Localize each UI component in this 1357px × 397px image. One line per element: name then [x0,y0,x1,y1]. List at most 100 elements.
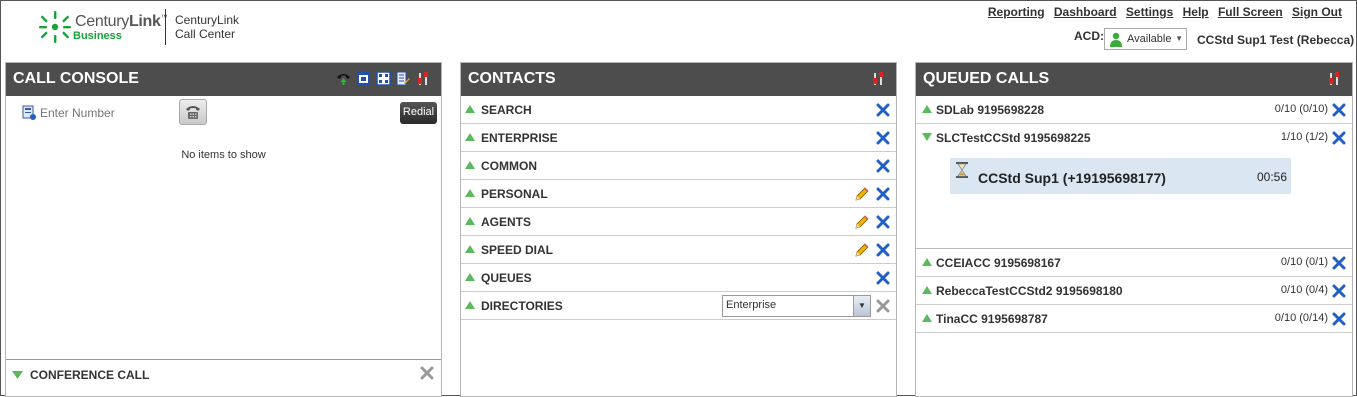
contact-category-label: ENTERPRISE [481,131,558,145]
expand-up-icon[interactable] [465,301,475,309]
contact-category-row[interactable]: ENTERPRISE [461,124,896,152]
queue-name: CCEIACC 9195698167 [936,256,1061,270]
nav-help-link[interactable]: Help [1183,5,1209,19]
call-console-toolbar [336,71,431,86]
close-grey-icon[interactable] [420,366,434,380]
contact-category-row[interactable]: SPEED DIAL [461,236,896,264]
product-line-2: Call Center [175,27,236,41]
queue-count: 1/10 (1/2) [1280,131,1328,143]
app-window: CenturyLink™ Business CenturyLink Call C… [0,0,1357,397]
close-icon[interactable] [876,215,890,229]
redial-button[interactable]: Redial [400,102,437,124]
close-icon[interactable] [876,103,890,117]
expand-up-icon[interactable] [465,133,475,141]
contact-category-row[interactable]: QUEUES [461,264,896,292]
close-icon[interactable] [876,187,890,201]
close-icon[interactable] [1332,103,1346,117]
address-book-icon[interactable] [22,105,37,120]
transfer-phone-icon[interactable] [336,71,351,86]
call-console-title: CALL CONSOLE [13,70,139,87]
available-person-icon [1110,32,1122,47]
expand-up-icon[interactable] [922,105,932,113]
queue-row-expanded[interactable]: SLCTestCCStd 9195698225 1/10 (1/2) [916,124,1352,152]
pencil-icon[interactable] [854,186,870,202]
close-icon[interactable] [1332,284,1346,298]
queue-name: SDLab 9195698228 [936,103,1045,117]
empty-calls-message: No items to show [181,149,266,161]
queue-row[interactable]: CCEIACC 9195698167 0/10 (0/1) [916,249,1352,277]
settings-tools-icon[interactable] [416,71,431,86]
current-user: CCStd Sup1 Test (Rebecca) [1197,33,1355,47]
contacts-header: CONTACTS [461,63,896,96]
directory-select[interactable]: Enterprise ▼ [722,295,871,317]
queued-calls-panel: QUEUED CALLS SDLab 9195698228 0/10 (0/10… [915,62,1353,397]
queue-row[interactable]: TinaCC 9195698787 0/10 (0/14) [916,305,1352,333]
expand-up-icon[interactable] [922,258,932,266]
nav-dashboard-link[interactable]: Dashboard [1054,5,1117,19]
expand-up-icon[interactable] [465,189,475,197]
close-icon[interactable] [1332,312,1346,326]
close-icon[interactable] [876,159,890,173]
header-divider [165,9,166,45]
settings-tools-icon[interactable] [1327,71,1342,86]
pencil-icon[interactable] [854,242,870,258]
conference-call-label: CONFERENCE CALL [30,368,150,382]
directories-label: DIRECTORIES [481,299,563,313]
contact-category-label: PERSONAL [481,187,548,201]
queue-row[interactable]: SDLab 9195698228 0/10 (0/10) [916,96,1352,124]
queue-name: TinaCC 9195698787 [936,312,1048,326]
contact-category-row[interactable]: PERSONAL [461,180,896,208]
acd-status-select[interactable]: Available ▼ [1104,28,1187,50]
dial-button[interactable] [179,99,207,125]
expand-up-icon[interactable] [465,273,475,281]
contact-category-label: SEARCH [481,103,532,117]
directory-select-value: Enterprise [726,299,777,311]
conference-call-bar[interactable]: CONFERENCE CALL [6,359,441,396]
nav-settings-link[interactable]: Settings [1126,5,1173,19]
contact-category-row[interactable]: COMMON [461,152,896,180]
product-line-1: CenturyLink [175,13,240,27]
brand-name: CenturyLink™ [75,13,168,31]
calendar-icon[interactable] [356,71,371,86]
collapse-down-icon[interactable] [922,133,932,141]
nav-full-screen-link[interactable]: Full Screen [1218,5,1283,19]
contact-category-row[interactable]: AGENTS [461,208,896,236]
nav-sign-out-link[interactable]: Sign Out [1292,5,1342,19]
queued-call-card[interactable]: CCStd Sup1 (+19195698177) 00:56 [950,158,1291,194]
acd-status-value: Available [1127,33,1172,45]
nav-reporting-link[interactable]: Reporting [988,5,1045,19]
expand-up-icon[interactable] [922,286,932,294]
dial-row: Redial [20,99,440,127]
close-icon[interactable] [1332,256,1346,270]
expand-down-icon[interactable] [12,371,23,379]
expand-up-icon[interactable] [465,217,475,225]
settings-tools-icon[interactable] [871,71,886,86]
contact-category-label: COMMON [481,159,537,173]
directories-row[interactable]: DIRECTORIES Enterprise ▼ [461,292,896,320]
top-nav: Reporting Dashboard Settings Help Full S… [982,5,1342,19]
contacts-toolbar [871,71,886,86]
queue-count: 0/10 (0/14) [1274,312,1328,324]
enter-number-input[interactable] [40,103,170,123]
queue-count: 0/10 (0/4) [1280,284,1328,296]
expand-up-icon[interactable] [465,245,475,253]
chevron-down-icon: ▼ [853,296,870,316]
close-icon[interactable] [876,243,890,257]
close-icon[interactable] [876,271,890,285]
close-grey-icon[interactable] [876,299,890,313]
contact-category-row[interactable]: SEARCH [461,96,896,124]
expand-up-icon[interactable] [922,314,932,322]
expand-up-icon[interactable] [465,105,475,113]
queued-calls-header: QUEUED CALLS [916,63,1352,96]
close-icon[interactable] [1332,131,1346,145]
other-queues-list: CCEIACC 9195698167 0/10 (0/1) RebeccaTestC… [916,248,1352,333]
pencil-icon[interactable] [854,214,870,230]
queue-row[interactable]: RebeccaTestCCStd2 9195698180 0/10 (0/4) [916,277,1352,305]
edit-list-icon[interactable] [396,71,411,86]
expand-up-icon[interactable] [465,161,475,169]
brand-sub: Business [73,30,122,42]
grid-icon[interactable] [376,71,391,86]
queued-calls-title: QUEUED CALLS [923,70,1050,87]
close-icon[interactable] [876,131,890,145]
contacts-list: SEARCH ENTERPRISE COMMON PERSONAL AGENTS SPEE… [461,96,896,292]
